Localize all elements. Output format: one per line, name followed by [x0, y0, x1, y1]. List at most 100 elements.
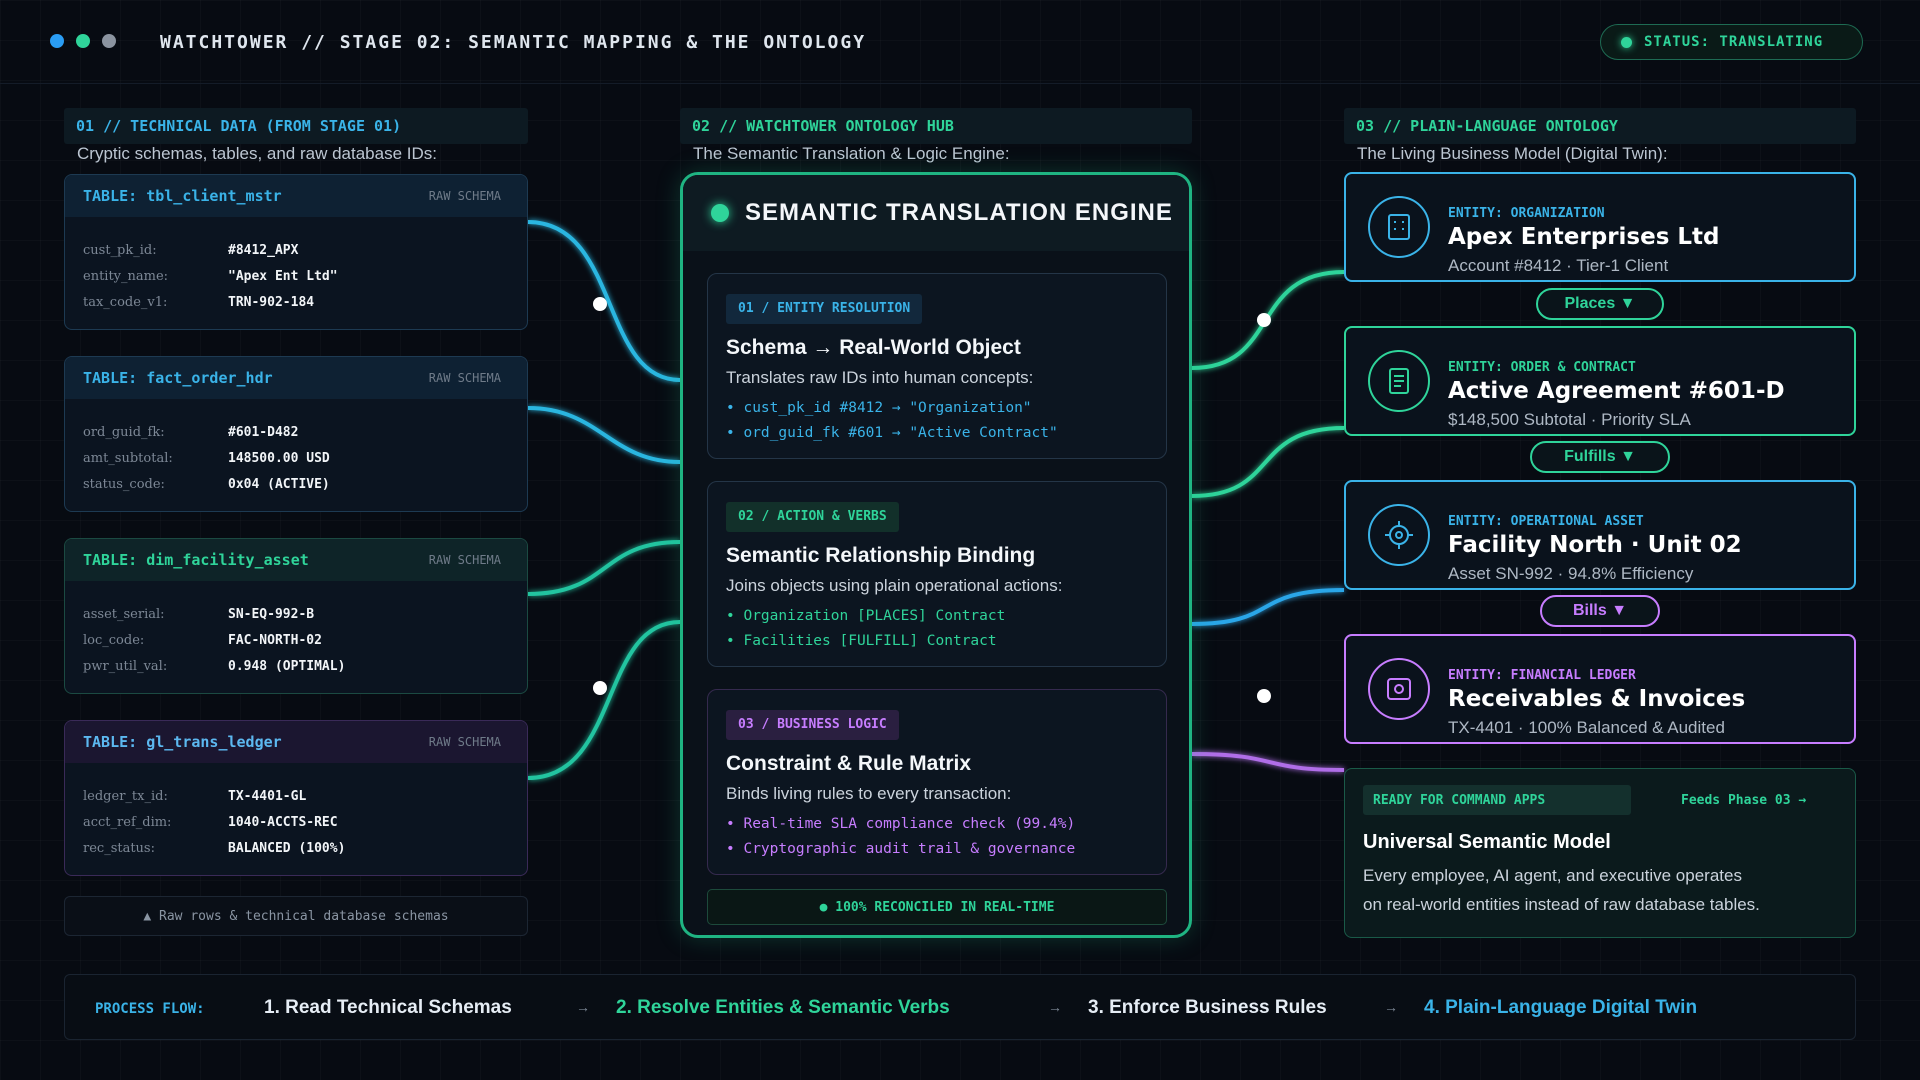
entity-kind: ENTITY: ORDER & CONTRACT	[1448, 360, 1636, 375]
entity-meta: $148,500 Subtotal · Priority SLA	[1448, 410, 1691, 429]
entity-meta: Account #8412 · Tier-1 Client	[1448, 256, 1669, 275]
entity-name: Active Agreement #601-D	[1448, 378, 1785, 404]
step-description: Translates raw IDs into human concepts:	[726, 368, 1034, 387]
document-icon	[1368, 350, 1430, 412]
step-tag: 03 / BUSINESS LOGIC	[726, 710, 899, 740]
step-list: • Organization [PLACES] Contract • Facil…	[726, 604, 1166, 654]
table-row: tax_code_v1: TRN-902-184	[83, 289, 509, 315]
verb-places-badge[interactable]: Places ▼	[1536, 288, 1664, 320]
field-key: entity_name:	[83, 268, 169, 284]
usm-description-line: Every employee, AI agent, and executive …	[1363, 866, 1742, 885]
entity-kind: ENTITY: OPERATIONAL ASSET	[1448, 514, 1644, 529]
semantic-engine-panel: SEMANTIC TRANSLATION ENGINE 01 / ENTITY …	[680, 172, 1192, 938]
entity-card-organization[interactable]: ENTITY: ORGANIZATION Apex Enterprises Lt…	[1344, 172, 1856, 282]
table-card-header: TABLE: tbl_client_mstr RAW SCHEMA	[65, 175, 527, 217]
field-value: #601-D482	[228, 424, 299, 440]
table-row: cust_pk_id: #8412_APX	[83, 237, 509, 263]
column-heading-technical: 01 // TECHNICAL DATA (FROM STAGE 01)	[64, 108, 528, 144]
ready-tag: READY FOR COMMAND APPS	[1363, 785, 1631, 815]
column-subtitle-technical: Cryptic schemas, tables, and raw databas…	[77, 144, 437, 163]
verb-bills-badge[interactable]: Bills ▼	[1540, 595, 1660, 627]
table-name: TABLE: gl_trans_ledger	[83, 733, 282, 751]
step-list: • Real-time SLA compliance check (99.4%)…	[726, 812, 1166, 862]
usm-title: Universal Semantic Model	[1363, 831, 1611, 853]
entity-meta: Asset SN-992 · 94.8% Efficiency	[1448, 564, 1694, 583]
engine-header: SEMANTIC TRANSLATION ENGINE	[683, 175, 1189, 251]
step-title: Schema → Real-World Object	[726, 336, 1021, 359]
table-row: ledger_tx_id: TX-4401-GL	[83, 783, 509, 809]
column-subtitle-hub: The Semantic Translation & Logic Engine:	[693, 144, 1010, 163]
field-key: asset_serial:	[83, 606, 165, 622]
table-row: pwr_util_val: 0.948 (OPTIMAL)	[83, 653, 509, 679]
raw-schema-tag: RAW SCHEMA	[428, 371, 501, 385]
flow-step-1[interactable]: 1. Read Technical Schemas	[264, 997, 512, 1019]
wire-order-to-engine	[527, 406, 681, 464]
process-flow-label: PROCESS FLOW:	[95, 1001, 205, 1017]
feeds-phase-link[interactable]: Feeds Phase 03 →	[1681, 793, 1806, 808]
list-item: • Organization [PLACES] Contract	[726, 608, 1006, 624]
field-value: TRN-902-184	[228, 294, 315, 310]
column-heading-ontology: 03 // PLAIN-LANGUAGE ONTOLOGY	[1344, 108, 1856, 144]
wire-node	[1257, 689, 1271, 703]
field-key: pwr_util_val:	[83, 658, 168, 674]
engine-card-action-verbs[interactable]: 02 / ACTION & VERBS Semantic Relationshi…	[707, 481, 1167, 667]
usm-description-line: on real-world entities instead of raw da…	[1363, 895, 1760, 914]
field-key: ord_guid_fk:	[83, 424, 165, 440]
entity-name: Receivables & Invoices	[1448, 686, 1746, 712]
field-value: 148500.00 USD	[228, 450, 330, 466]
table-card-ledger[interactable]: TABLE: gl_trans_ledger RAW SCHEMA ledger…	[64, 720, 528, 876]
field-value: 0.948 (OPTIMAL)	[228, 658, 346, 674]
wire-ledger-to-engine	[527, 620, 681, 780]
table-row: entity_name: "Apex Ent Ltd"	[83, 263, 509, 289]
table-row: ord_guid_fk: #601-D482	[83, 419, 509, 445]
building-icon	[1368, 196, 1430, 258]
field-key: tax_code_v1:	[83, 294, 168, 310]
field-key: ledger_tx_id:	[83, 788, 168, 804]
table-card-header: TABLE: gl_trans_ledger RAW SCHEMA	[65, 721, 527, 763]
field-value: 0x04 (ACTIVE)	[228, 476, 330, 492]
field-value: #8412_APX	[228, 242, 299, 258]
engine-card-business-logic[interactable]: 03 / BUSINESS LOGIC Constraint & Rule Ma…	[707, 689, 1167, 875]
raw-schema-tag: RAW SCHEMA	[428, 735, 501, 749]
table-card-facility[interactable]: TABLE: dim_facility_asset RAW SCHEMA ass…	[64, 538, 528, 694]
field-value: "Apex Ent Ltd"	[228, 268, 338, 284]
field-value: FAC-NORTH-02	[228, 632, 322, 648]
engine-title: SEMANTIC TRANSLATION ENGINE	[745, 199, 1173, 226]
entity-meta: TX-4401 · 100% Balanced & Audited	[1448, 718, 1725, 737]
arrow-right-icon: →	[1384, 999, 1398, 1015]
flow-step-4[interactable]: 4. Plain-Language Digital Twin	[1424, 997, 1697, 1019]
table-card-header: TABLE: fact_order_hdr RAW SCHEMA	[65, 357, 527, 399]
field-key: rec_status:	[83, 840, 155, 856]
table-row: asset_serial: SN-EQ-992-B	[83, 601, 509, 627]
step-description: Binds living rules to every transaction:	[726, 784, 1012, 803]
engine-status-icon	[711, 204, 729, 222]
raw-schema-tag: RAW SCHEMA	[428, 189, 501, 203]
table-row: amt_subtotal: 148500.00 USD	[83, 445, 509, 471]
field-value: BALANCED (100%)	[228, 840, 346, 856]
entity-card-contract[interactable]: ENTITY: ORDER & CONTRACT Active Agreemen…	[1344, 326, 1856, 436]
field-value: TX-4401-GL	[228, 788, 307, 804]
engine-card-entity-resolution[interactable]: 01 / ENTITY RESOLUTION Schema → Real-Wor…	[707, 273, 1167, 459]
list-item: • ord_guid_fk #601 → "Active Contract"	[726, 425, 1058, 441]
table-name: TABLE: fact_order_hdr	[83, 369, 273, 387]
table-row: acct_ref_dim: 1040-ACCTS-REC	[83, 809, 509, 835]
verb-fulfills-badge[interactable]: Fulfills ▼	[1530, 441, 1670, 473]
entity-card-ledger[interactable]: ENTITY: FINANCIAL LEDGER Receivables & I…	[1344, 634, 1856, 744]
table-card-order[interactable]: TABLE: fact_order_hdr RAW SCHEMA ord_gui…	[64, 356, 528, 512]
table-card-client[interactable]: TABLE: tbl_client_mstr RAW SCHEMA cust_p…	[64, 174, 528, 330]
field-key: acct_ref_dim:	[83, 814, 172, 830]
table-row: loc_code: FAC-NORTH-02	[83, 627, 509, 653]
field-value: 1040-ACCTS-REC	[228, 814, 338, 830]
field-key: amt_subtotal:	[83, 450, 173, 466]
wire-facility-to-engine	[527, 540, 681, 596]
column-heading-hub: 02 // WATCHTOWER ONTOLOGY HUB	[680, 108, 1192, 144]
flow-step-2[interactable]: 2. Resolve Entities & Semantic Verbs	[616, 997, 950, 1019]
wire-engine-to-ledger	[1191, 752, 1345, 772]
list-item: • cust_pk_id #8412 → "Organization"	[726, 400, 1032, 416]
universal-semantic-model-card[interactable]: READY FOR COMMAND APPS Feeds Phase 03 → …	[1344, 768, 1856, 938]
flow-step-3[interactable]: 3. Enforce Business Rules	[1088, 997, 1327, 1019]
table-row: rec_status: BALANCED (100%)	[83, 835, 509, 861]
table-row: status_code: 0x04 (ACTIVE)	[83, 471, 509, 497]
step-description: Joins objects using plain operational ac…	[726, 576, 1063, 595]
entity-card-asset[interactable]: ENTITY: OPERATIONAL ASSET Facility North…	[1344, 480, 1856, 590]
